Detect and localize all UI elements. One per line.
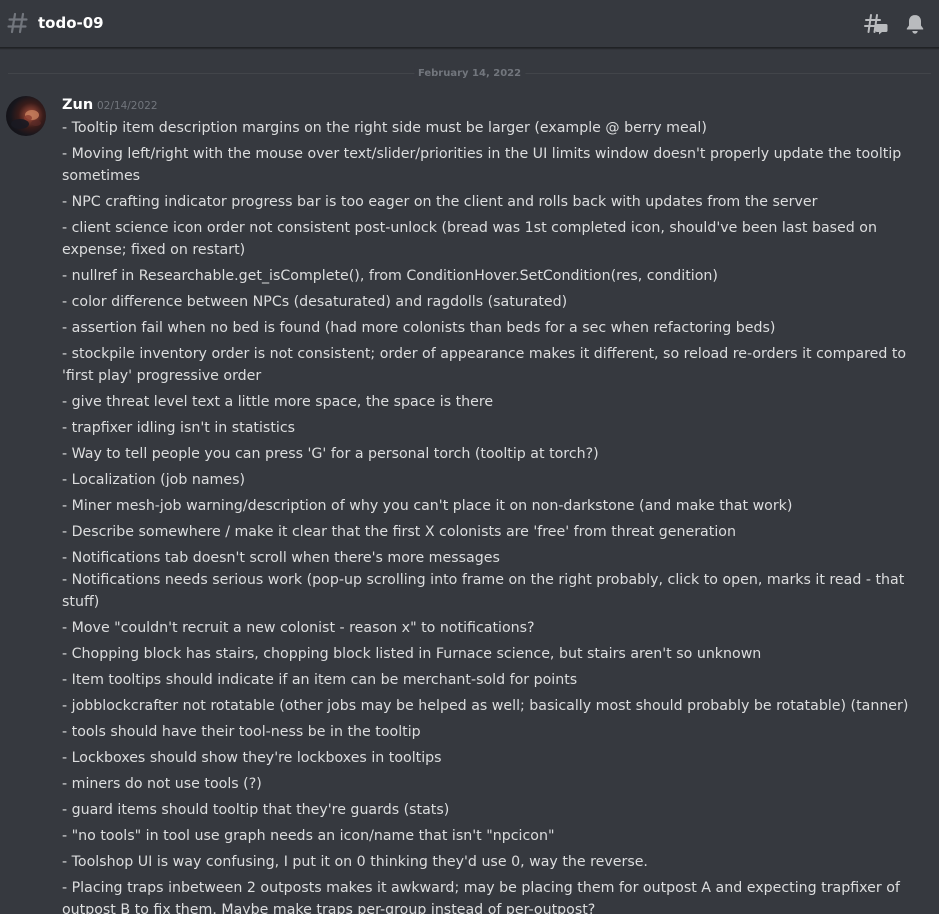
date-divider-label: February 14, 2022 [413, 67, 526, 80]
channel-header: todo-09 [0, 0, 939, 48]
message-line: - Placing traps inbetween 2 outposts mak… [62, 880, 900, 914]
message-author[interactable]: Zun [62, 95, 93, 115]
message-line: - Toolshop UI is way confusing, I put it… [62, 854, 648, 870]
bell-icon[interactable] [904, 13, 926, 35]
message-line: - Move "couldn't recruit a new colonist … [62, 620, 535, 636]
message-line: - Lockboxes should show they're lockboxe… [62, 750, 442, 766]
message-line: - Tooltip item description margins on th… [62, 120, 707, 136]
message-line: - color difference between NPCs (desatur… [62, 294, 568, 310]
message-line: - Chopping block has stairs, chopping bl… [62, 646, 762, 662]
message-line: - "no tools" in tool use graph needs an … [62, 828, 555, 844]
hash-icon [7, 11, 29, 35]
message-line: - tools should have their tool-ness be i… [62, 724, 421, 740]
message-line: - jobblockcrafter not rotatable (other j… [62, 698, 909, 714]
message-line: - stockpile inventory order is not consi… [62, 346, 907, 384]
message-line: - give threat level text a little more s… [62, 394, 494, 410]
message-line: - assertion fail when no bed is found (h… [62, 320, 776, 336]
channel-title: todo-09 [38, 14, 104, 32]
message-timestamp: 02/14/2022 [97, 100, 158, 112]
message-line: - Way to tell people you can press 'G' f… [62, 446, 599, 462]
threads-icon[interactable] [864, 13, 888, 35]
message-line: - client science icon order not consiste… [62, 220, 877, 258]
message-line: - NPC crafting indicator progress bar is… [62, 194, 818, 210]
message-line: - Moving left/right with the mouse over … [62, 146, 902, 184]
message-line: - Miner mesh-job warning/description of … [62, 498, 793, 514]
message-line: - Item tooltips should indicate if an it… [62, 672, 578, 688]
message-line: - miners do not use tools (?) [62, 776, 262, 792]
message-line: - nullref in Researchable.get_isComplete… [62, 268, 718, 284]
message-line: - Notifications needs serious work (pop-… [62, 572, 905, 610]
message-line: - trapfixer idling isn't in statistics [62, 420, 296, 436]
chat-window: todo-09 February 14, 2022 Zun 02/14/2022… [0, 0, 939, 914]
message-line: - Describe somewhere / make it clear tha… [62, 524, 736, 540]
message-content: - Tooltip item description margins on th… [62, 117, 924, 914]
message-line: - guard items should tooltip that they'r… [62, 802, 450, 818]
message-line: - Localization (job names) [62, 472, 246, 488]
avatar[interactable] [6, 96, 46, 136]
message-line: - Notifications tab doesn't scroll when … [62, 550, 500, 566]
